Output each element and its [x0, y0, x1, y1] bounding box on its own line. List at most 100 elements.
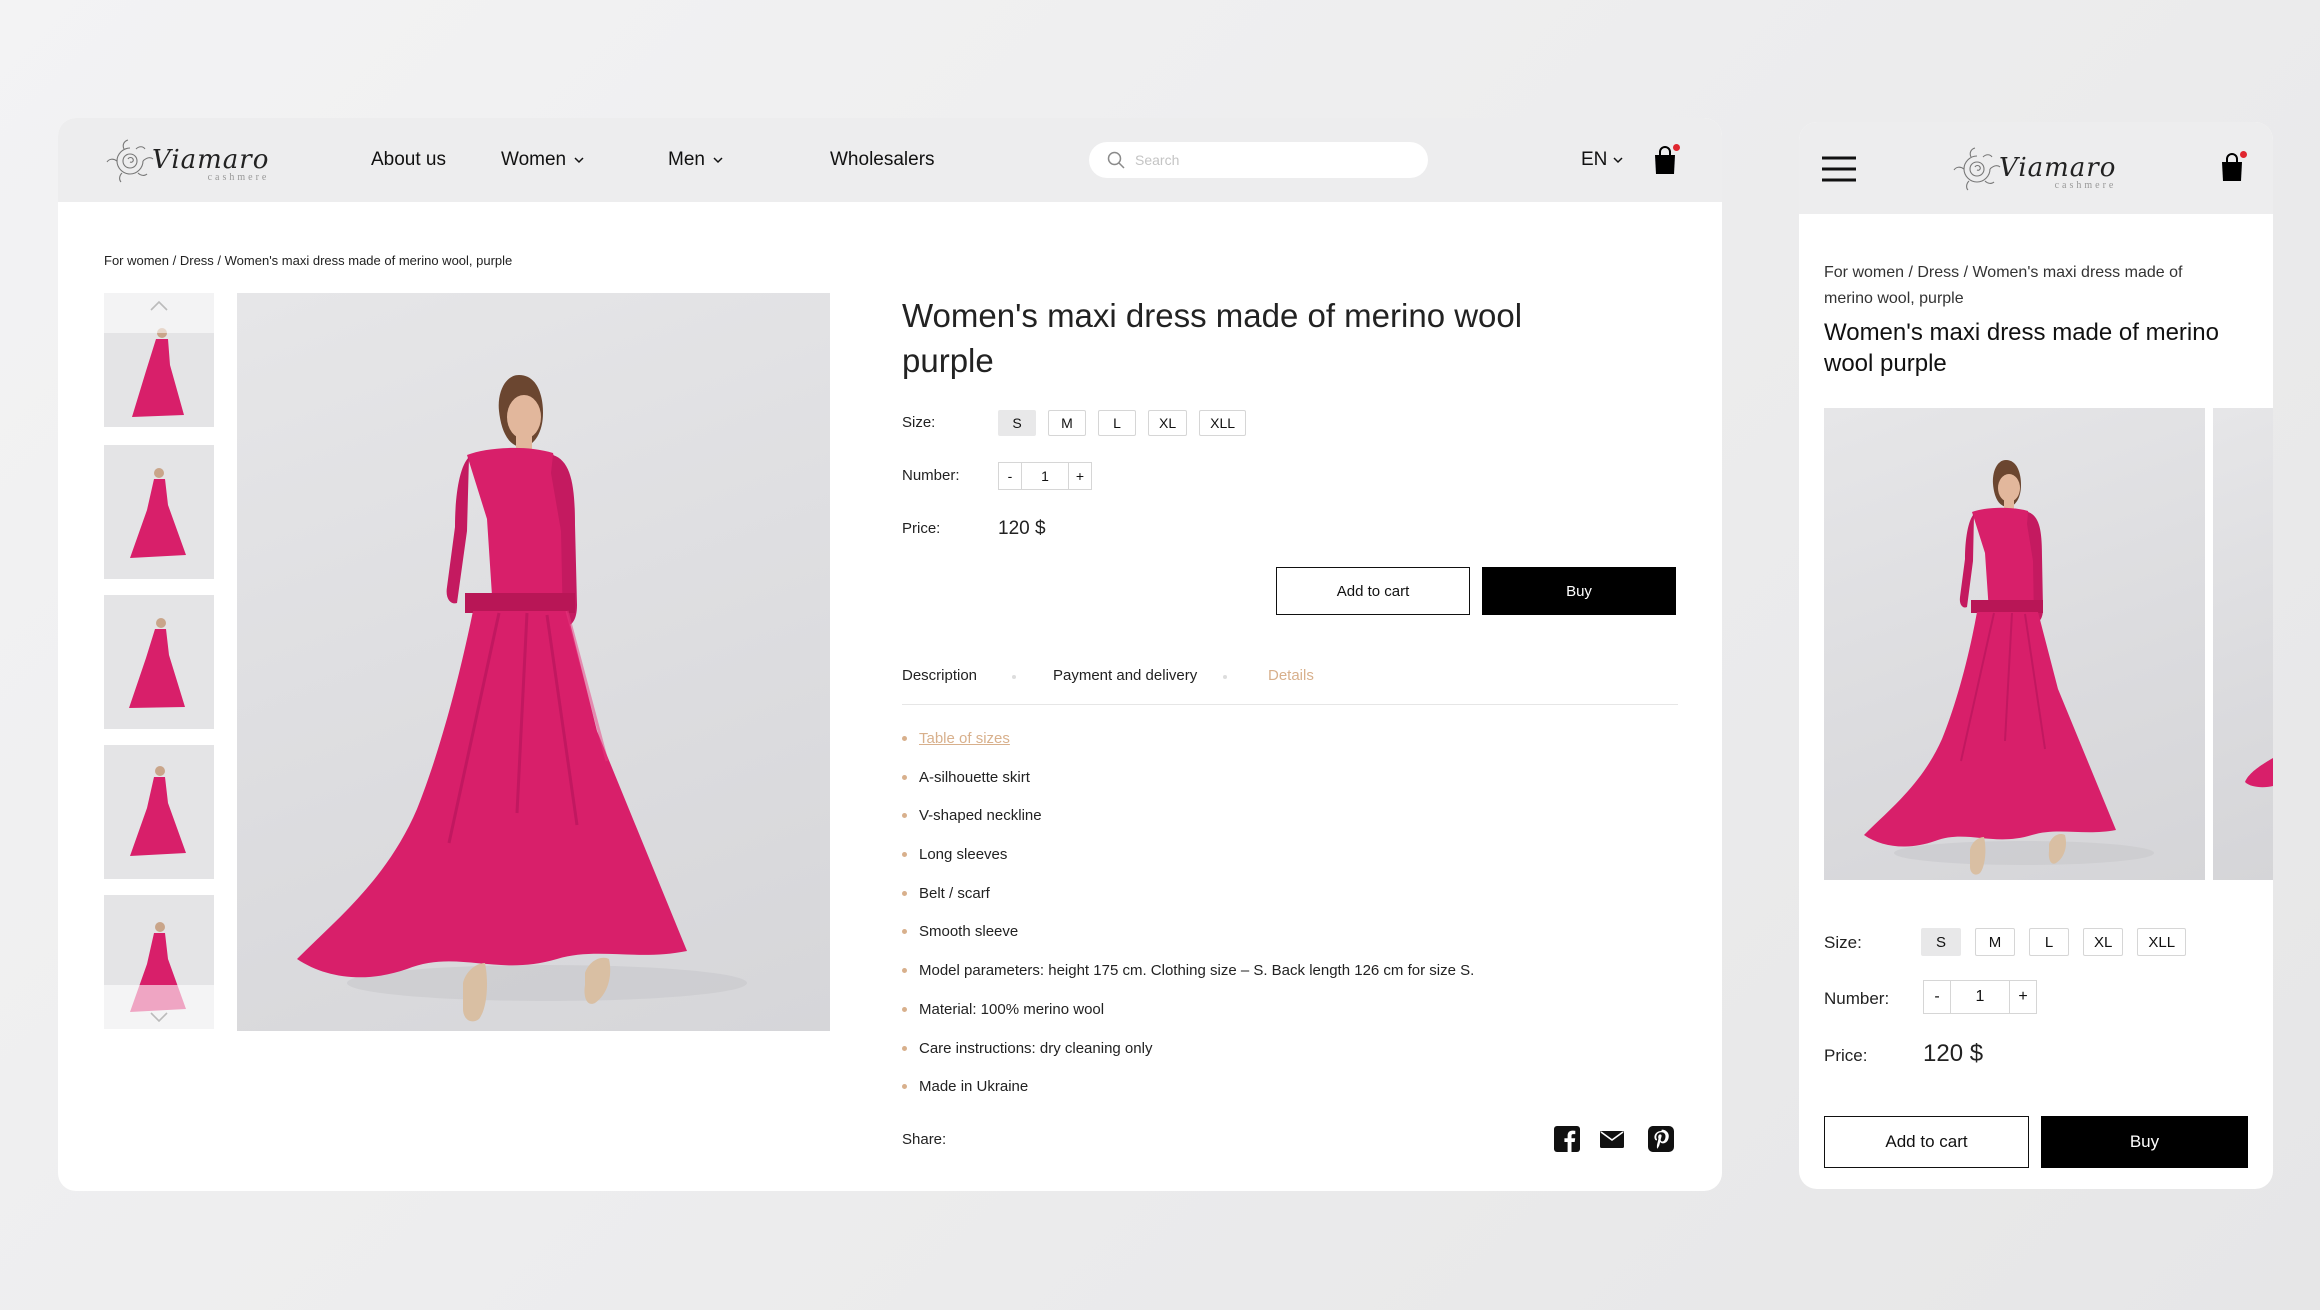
- brand-name: Viamaro: [1999, 153, 2117, 183]
- price-label: Price:: [1824, 1046, 1868, 1065]
- site-header: Viamaro cashmere About us Women Men Whol…: [58, 118, 1722, 202]
- table-of-sizes-link[interactable]: Table of sizes: [919, 730, 1010, 747]
- thumbnail-dress-image: [104, 293, 214, 427]
- nav-about-us[interactable]: About us: [371, 149, 446, 171]
- cart-badge: [1671, 142, 1682, 153]
- list-item: Care instructions: dry cleaning only: [902, 1040, 1474, 1079]
- number-label: Number:: [902, 467, 960, 484]
- list-item: V-shaped neckline: [902, 807, 1474, 846]
- model-dress-image: [297, 375, 747, 1022]
- product-price: 120 $: [1923, 1040, 1984, 1067]
- next-slide-dress-image: [2245, 758, 2273, 788]
- size-option-xl[interactable]: XL: [1148, 410, 1188, 436]
- brand-subtitle: cashmere: [2054, 180, 2117, 191]
- size-option-xl[interactable]: XL: [2083, 928, 2124, 956]
- thumbnail-dress-image: [104, 745, 214, 879]
- size-option-l[interactable]: L: [2029, 928, 2069, 956]
- chevron-down-icon: [713, 157, 723, 164]
- product-title: Women's maxi dress made of merino wool p…: [1824, 319, 2219, 377]
- list-item: Long sleeves: [902, 846, 1474, 885]
- brand-subtitle: cashmere: [207, 172, 270, 183]
- list-item: Belt / scarf: [902, 885, 1474, 924]
- nav-label: Women: [501, 149, 567, 170]
- nav-men[interactable]: Men: [668, 149, 723, 171]
- thumbnail[interactable]: [104, 293, 214, 427]
- model-dress-image: [1864, 460, 2154, 875]
- chevron-down-icon[interactable]: [149, 1010, 169, 1024]
- size-label: Size:: [1824, 933, 1862, 952]
- thumbnail[interactable]: [104, 595, 214, 729]
- quantity-increase-button[interactable]: +: [2009, 980, 2037, 1014]
- tab-payment-delivery[interactable]: Payment and delivery: [1053, 667, 1197, 684]
- quantity-value[interactable]: 1: [1022, 462, 1068, 490]
- cart-button[interactable]: [1652, 142, 1682, 175]
- thumbnail-dress-image: [104, 595, 214, 729]
- pinterest-icon[interactable]: [1648, 1126, 1674, 1152]
- add-to-cart-button[interactable]: Add to cart: [1276, 567, 1470, 615]
- size-option-l[interactable]: L: [1098, 410, 1136, 436]
- thumbnail[interactable]: [104, 445, 214, 579]
- product-image-slide-next[interactable]: [2213, 408, 2273, 880]
- size-option-m[interactable]: M: [1975, 928, 2015, 956]
- search-icon: [1107, 151, 1125, 169]
- hamburger-menu-icon[interactable]: [1822, 156, 1856, 182]
- size-selector: S M L XL XLL: [1921, 928, 2187, 956]
- mobile-product-page: Viamaro cashmere For women / Dress / Wom…: [1799, 122, 2273, 1189]
- tab-details[interactable]: Details: [1268, 667, 1314, 684]
- language-label: EN: [1581, 149, 1608, 170]
- rose-logo-icon: [106, 139, 154, 183]
- thumbnail-dress-image: [104, 895, 214, 1029]
- price-label: Price:: [902, 520, 941, 537]
- nav-label: Wholesalers: [830, 149, 935, 170]
- nav-wholesalers[interactable]: Wholesalers: [830, 149, 935, 171]
- tab-description[interactable]: Description: [902, 667, 977, 684]
- nav-label: Men: [668, 149, 705, 170]
- list-item[interactable]: Table of sizes: [902, 730, 1474, 769]
- quantity-value[interactable]: 1: [1951, 980, 2009, 1014]
- quantity-increase-button[interactable]: +: [1068, 462, 1092, 490]
- brand-logo[interactable]: Viamaro cashmere: [1949, 140, 2116, 196]
- list-item: Made in Ukraine: [902, 1078, 1474, 1117]
- size-option-m[interactable]: M: [1048, 410, 1086, 436]
- tab-separator: [1223, 675, 1227, 679]
- quantity-decrease-button[interactable]: -: [998, 462, 1022, 490]
- desktop-product-page: Viamaro cashmere About us Women Men Whol…: [58, 118, 1722, 1191]
- size-option-xll[interactable]: XLL: [1199, 410, 1247, 436]
- list-item: A-silhouette skirt: [902, 769, 1474, 808]
- quantity-decrease-button[interactable]: -: [1923, 980, 1951, 1014]
- product-price: 120 $: [998, 518, 1046, 539]
- product-image-slide[interactable]: [1824, 408, 2205, 880]
- size-option-xll[interactable]: XLL: [2137, 928, 2187, 956]
- brand-logo[interactable]: Viamaro cashmere: [102, 132, 269, 188]
- breadcrumb: For women / Dress / Women's maxi dress m…: [1824, 264, 2183, 307]
- breadcrumb: For women / Dress / Women's maxi dress m…: [104, 253, 513, 268]
- language-selector[interactable]: EN: [1581, 149, 1623, 171]
- search-box[interactable]: [1089, 142, 1428, 178]
- nav-label: About us: [371, 149, 446, 170]
- thumbnail-gallery: [104, 293, 214, 1029]
- product-tabs: Description Payment and delivery Details: [902, 667, 1678, 705]
- size-label: Size:: [902, 414, 936, 431]
- thumbnail-dress-image: [104, 445, 214, 579]
- buy-button[interactable]: Buy: [2041, 1116, 2248, 1168]
- thumbnail[interactable]: [104, 745, 214, 879]
- email-icon[interactable]: [1599, 1126, 1625, 1152]
- add-to-cart-button[interactable]: Add to cart: [1824, 1116, 2029, 1168]
- brand-name: Viamaro: [152, 145, 270, 175]
- size-option-s[interactable]: S: [998, 410, 1036, 436]
- thumbnail[interactable]: [104, 895, 214, 1029]
- cart-button[interactable]: [2219, 149, 2249, 182]
- chevron-down-icon: [574, 157, 584, 164]
- size-option-s[interactable]: S: [1921, 928, 1961, 956]
- quantity-stepper: - 1 +: [998, 462, 1092, 490]
- facebook-icon[interactable]: [1554, 1126, 1580, 1152]
- mobile-header: Viamaro cashmere: [1799, 122, 2273, 214]
- main-product-image: [237, 293, 830, 1031]
- search-input[interactable]: [1135, 152, 1395, 168]
- chevron-down-icon: [1613, 157, 1623, 164]
- chevron-up-icon[interactable]: [149, 299, 169, 313]
- share-label: Share:: [902, 1131, 947, 1148]
- buy-button[interactable]: Buy: [1482, 567, 1676, 615]
- nav-women[interactable]: Women: [501, 149, 584, 171]
- tab-separator: [1012, 675, 1016, 679]
